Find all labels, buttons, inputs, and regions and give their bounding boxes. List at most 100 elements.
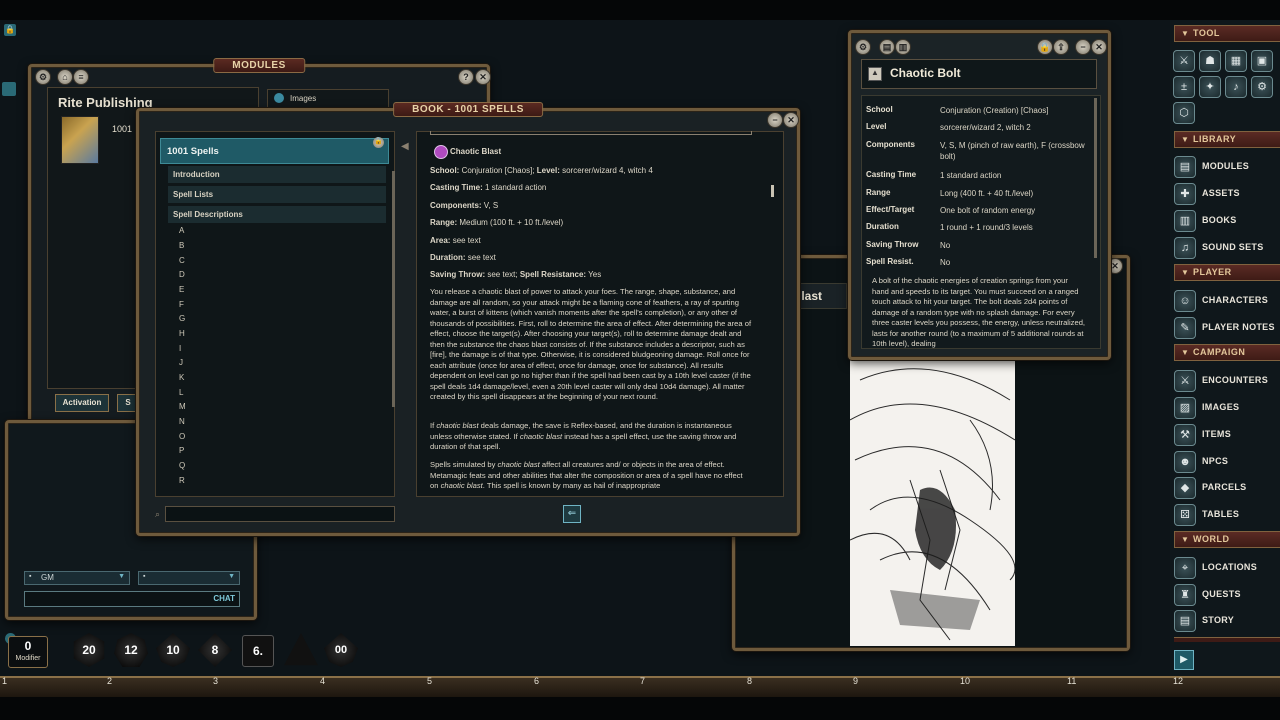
side-tab-icon[interactable] (2, 82, 16, 96)
world-header[interactable]: ▼ WORLD (1174, 531, 1280, 548)
back-button[interactable]: ⇐ (563, 505, 581, 523)
tool-party-icon[interactable]: ☗ (1199, 50, 1221, 72)
tool-crossed-swords-icon[interactable]: ⚔ (1173, 50, 1195, 72)
sidebar-item-images[interactable]: ▨ IMAGES (1172, 396, 1280, 420)
hotkey-number[interactable]: 9 (853, 676, 858, 686)
hotkey-number[interactable]: 11 (1067, 676, 1076, 686)
bolt-share-icon[interactable]: ▥ (895, 39, 911, 55)
hotkey-number[interactable]: 5 (427, 676, 432, 686)
modifier-box[interactable]: 0 Modifier (8, 636, 48, 668)
toc-letter[interactable]: H (179, 329, 185, 338)
toc-letter[interactable]: G (179, 314, 185, 323)
tool-settings-icon[interactable]: ⚙ (1251, 76, 1273, 98)
spell-link-icon[interactable]: ▲ (868, 67, 882, 81)
toc-entry-spell-descriptions[interactable]: Spell Descriptions (173, 210, 243, 219)
toc-letter[interactable]: B (179, 241, 184, 250)
sidebar-item-sound-sets[interactable]: ♫ SOUND SETS (1172, 236, 1280, 260)
tool-d20-icon[interactable]: ⬡ (1173, 102, 1195, 124)
tool-effects-icon[interactable]: ✦ (1199, 76, 1221, 98)
bolt-link-icon[interactable]: ▤ (879, 39, 895, 55)
toc-letter[interactable]: E (179, 285, 184, 294)
collapse-arrow-icon[interactable]: ◀ (401, 141, 409, 152)
toc-letter[interactable]: K (179, 373, 184, 382)
hotkey-number[interactable]: 12 (1173, 676, 1183, 686)
toc-letter[interactable]: J (179, 358, 183, 367)
identity-select[interactable]: ▪ GM ▼ (24, 571, 130, 585)
toc-letter[interactable]: C (179, 256, 185, 265)
activation-button[interactable]: Activation (55, 394, 109, 412)
bolt-scrollbar[interactable] (1094, 98, 1097, 258)
sidebar-item-characters[interactable]: ☺ CHARACTERS (1172, 289, 1280, 313)
lock-icon[interactable]: 🔒 (4, 24, 16, 36)
sidebar-item-parcels[interactable]: ◆ PARCELS (1172, 476, 1280, 500)
toc-scrollbar[interactable] (392, 171, 395, 407)
toc-letter[interactable]: R (179, 476, 185, 485)
toc-entry-introduction[interactable]: Introduction (173, 170, 220, 179)
bolt-lock-icon[interactable]: 🔒 (1037, 39, 1053, 55)
hotkey-number[interactable]: 8 (747, 676, 752, 686)
hotkey-number[interactable]: 7 (640, 676, 645, 686)
hotkey-number[interactable]: 3 (213, 676, 218, 686)
d10-die-icon[interactable]: 10 (156, 633, 190, 667)
library-header[interactable]: ▼ LIBRARY (1174, 131, 1280, 148)
images-filter-tab[interactable]: Images (267, 89, 389, 109)
sidebar-item-player-notes[interactable]: ✎ PLAYER NOTES (1172, 316, 1280, 340)
toc-lock-icon[interactable]: 🔒 (373, 137, 384, 148)
sidebar-item-tables[interactable]: ⚄ TABLES (1172, 503, 1280, 527)
tool-map-icon[interactable]: ▣ (1251, 50, 1273, 72)
book-minimize-icon[interactable]: − (767, 112, 783, 128)
toc-letter[interactable]: D (179, 270, 185, 279)
d12-die-icon[interactable]: 12 (114, 633, 148, 667)
toc-selected[interactable]: 1001 Spells 🔒 (160, 137, 389, 164)
d4-die-icon[interactable] (284, 633, 318, 666)
sidebar-item-quests[interactable]: ♜ QUESTS (1172, 583, 1280, 607)
toc-letter[interactable]: F (179, 300, 184, 309)
book-search-input[interactable] (165, 506, 395, 522)
toc-letter[interactable]: P (179, 446, 184, 455)
bolt-close-icon[interactable]: ✕ (1091, 39, 1107, 55)
d6-die-icon[interactable]: 6. (242, 635, 274, 667)
hotkey-number[interactable]: 1 (2, 676, 7, 686)
bolt-minimize-icon[interactable]: − (1075, 39, 1091, 55)
d8-die-icon[interactable]: 8 (198, 633, 232, 667)
sidebar-item-locations[interactable]: ⌖ LOCATIONS (1172, 556, 1280, 580)
modules-gear-icon[interactable]: ⚙ (35, 69, 51, 85)
sidebar-item-assets[interactable]: ✚ ASSETS (1172, 182, 1280, 206)
toc-letter[interactable]: Q (179, 461, 185, 470)
toc-letter[interactable]: O (179, 432, 185, 441)
bolt-share2-icon[interactable]: ⇪ (1053, 39, 1069, 55)
tool-modifier-icon[interactable]: ± (1173, 76, 1195, 98)
d100-die-icon[interactable]: 00 (324, 633, 358, 667)
hotkey-number[interactable]: 4 (320, 676, 325, 686)
sidebar-item-story[interactable]: ▤ STORY (1172, 609, 1280, 633)
play-icon[interactable]: ▶ (1174, 650, 1194, 670)
toc-letter[interactable]: L (179, 388, 183, 397)
sidebar-item-books[interactable]: ▥ BOOKS (1172, 209, 1280, 233)
modules-lock-icon[interactable]: ⌂ (57, 69, 73, 85)
tool-calendar-icon[interactable]: ▦ (1225, 50, 1247, 72)
module-cover[interactable] (61, 116, 99, 164)
toc-letter[interactable]: N (179, 417, 185, 426)
bolt-gear-icon[interactable]: ⚙ (855, 39, 871, 55)
sidebar-item-modules[interactable]: ▤ MODULES (1172, 155, 1280, 179)
toc-letter[interactable]: I (179, 344, 181, 353)
sidebar-item-items[interactable]: ⚒ ITEMS (1172, 423, 1280, 447)
chat-input[interactable]: CHAT (24, 591, 240, 607)
content-scrollbar[interactable] (771, 185, 774, 197)
emote-select[interactable]: ▪ ▼ (138, 571, 240, 585)
toc-letter[interactable]: A (179, 226, 184, 235)
tool-music-icon[interactable]: ♪ (1225, 76, 1247, 98)
player-header[interactable]: ▼ PLAYER (1174, 264, 1280, 281)
hotkey-number[interactable]: 2 (107, 676, 112, 686)
campaign-header[interactable]: ▼ CAMPAIGN (1174, 344, 1280, 361)
tool-header[interactable]: ▼ TOOL (1174, 25, 1280, 42)
sidebar-item-npcs[interactable]: ☻ NPCS (1172, 450, 1280, 474)
d20-die-icon[interactable]: 20 (73, 633, 105, 667)
modules-close-icon[interactable]: ✕ (475, 69, 491, 85)
modules-edit-icon[interactable]: ≡ (73, 69, 89, 85)
toc-entry-spell-lists[interactable]: Spell Lists (173, 190, 213, 199)
hotkey-number[interactable]: 10 (960, 676, 970, 686)
modules-help-icon[interactable]: ? (458, 69, 474, 85)
book-close-icon[interactable]: ✕ (783, 112, 799, 128)
hotkey-number[interactable]: 6 (534, 676, 539, 686)
